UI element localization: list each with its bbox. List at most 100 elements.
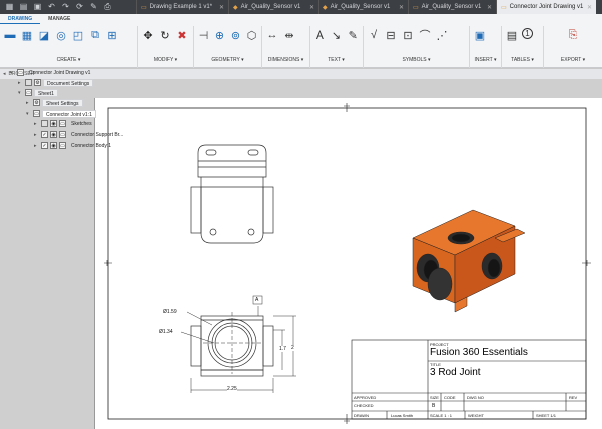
datum-icon[interactable]: ⊡ [401, 28, 415, 42]
doc-tab[interactable]: ▭ Drawing Example 1 v1* ✕ [136, 0, 228, 14]
size-value[interactable]: B [432, 403, 435, 409]
close-icon[interactable]: ✕ [399, 4, 404, 11]
detail-view-icon[interactable]: ◎ [54, 28, 68, 42]
section-view-icon[interactable]: ◪ [37, 28, 51, 42]
create-menu[interactable]: CREATE ▾ [0, 57, 137, 63]
project-name[interactable]: Fusion 360 Essentials [430, 347, 528, 358]
tree-item-sheet[interactable]: ▾ ▭ Sheet1 [18, 88, 58, 97]
expand-arrow-icon[interactable]: ▸ [34, 143, 41, 149]
file-icon[interactable]: ▤ [18, 0, 29, 14]
drawing-canvas[interactable]: Ø1.59 Ø1.34 2.25 1.7 2 A PROJECT Fusion … [0, 69, 602, 429]
eye-icon[interactable]: ◉ [50, 142, 57, 149]
checkbox-icon[interactable]: ✓ [41, 131, 48, 138]
ordinate-icon[interactable]: ⇹ [282, 28, 296, 42]
expand-arrow-icon[interactable]: ▸ [34, 121, 41, 127]
text-menu[interactable]: TEXT ▾ [310, 57, 363, 63]
crop-view-icon[interactable]: ⧉ [88, 28, 102, 42]
print-icon[interactable]: ⎙ [102, 0, 113, 14]
move-icon[interactable]: ✥ [141, 28, 155, 42]
delete-icon[interactable]: ✖ [175, 28, 189, 42]
leader-icon[interactable]: ↘ [330, 28, 344, 42]
expand-arrow-icon[interactable]: ▸ [34, 132, 41, 138]
redo-icon[interactable]: ↷ [60, 0, 71, 14]
pdf-export-icon[interactable]: ⎘ [566, 28, 580, 42]
collapse-arrow-icon[interactable]: ▾ [26, 111, 33, 117]
doc-tab[interactable]: ◆ Air_Quality_Sensor v1 ✕ [228, 0, 318, 14]
doc-tab-active[interactable]: ▭ Connector Joint Drawing v1 ✕ [496, 0, 596, 14]
taper-icon[interactable]: ⋰ [435, 28, 449, 42]
break-view-icon[interactable]: ◰ [71, 28, 85, 42]
eye-icon[interactable]: ◉ [50, 131, 57, 138]
dimensions-menu[interactable]: DIMENSIONS ▾ [262, 57, 309, 63]
center-pattern-icon[interactable]: ⊚ [229, 28, 242, 42]
checkbox-icon[interactable]: ✓ [41, 142, 48, 149]
scale-value[interactable]: SCALE 1 : 1 [430, 413, 452, 418]
sheet-icon: ▭ [25, 89, 32, 96]
drawn-by-value[interactable]: Lucas Smith [391, 413, 413, 418]
doc-tab[interactable]: ◆ Air_Quality_Sensor v1 ✕ [318, 0, 408, 14]
tree-item-label: Document Settings [43, 78, 94, 87]
projected-view-icon[interactable]: ▦ [20, 28, 34, 42]
grid-menu-icon[interactable]: ▦ [4, 0, 15, 14]
table-icon[interactable]: ▤ [505, 28, 519, 42]
note-icon[interactable]: ✎ [346, 28, 360, 42]
refresh-icon[interactable]: ⟳ [74, 0, 85, 14]
insert-menu[interactable]: INSERT ▾ [470, 57, 501, 63]
tree-item-body[interactable]: ▸ ✓ ◉ ▭ Connector Body:1 [34, 141, 114, 150]
collapse-icon[interactable]: ◂ [3, 71, 6, 77]
visibility-icon[interactable] [25, 79, 32, 86]
close-icon[interactable]: ✕ [219, 4, 224, 11]
dimension-icon[interactable]: ↔ [265, 28, 279, 42]
tab-drawing[interactable]: DRAWING [0, 14, 41, 24]
insert-image-icon[interactable]: ▣ [473, 28, 487, 42]
tree-item-component[interactable]: ▾ ▭ Connector Joint v1:1 [26, 109, 96, 118]
tree-item-sheet-settings[interactable]: ▸ ⚙ Sheet Settings [26, 98, 83, 107]
drawing-title[interactable]: 3 Rod Joint [430, 367, 481, 378]
tab-manage[interactable]: MANAGE [40, 14, 78, 24]
close-icon[interactable]: ✕ [309, 4, 314, 11]
diameter-outer-label[interactable]: Ø1.59 [163, 309, 177, 315]
balloon-icon[interactable]: 1 [522, 28, 533, 39]
base-view-icon[interactable]: ▬ [3, 28, 17, 42]
text-icon[interactable]: A [313, 28, 327, 42]
undo-icon[interactable]: ↶ [46, 0, 57, 14]
center-mark-icon[interactable]: ⊕ [213, 28, 226, 42]
new-sheet-icon[interactable]: ⊞ [105, 28, 119, 42]
body-icon: ▭ [59, 131, 66, 138]
tree-item-sketches[interactable]: ▸ ◉ ▭ Sketches [34, 119, 95, 128]
drawing-sheet[interactable]: Ø1.59 Ø1.34 2.25 1.7 2 A PROJECT Fusion … [94, 98, 602, 429]
tree-item-support[interactable]: ▸ ✓ ◉ ▭ Connector Support Br... [34, 130, 126, 139]
diameter-inner-label[interactable]: Ø1.34 [159, 329, 173, 335]
edge-extension-icon[interactable]: ⬡ [245, 28, 258, 42]
tree-item-label: Sheet Settings [42, 98, 83, 107]
expand-arrow-icon[interactable]: ▸ [18, 80, 25, 86]
collapse-arrow-icon[interactable]: ▾ [18, 90, 25, 96]
close-icon[interactable]: ✕ [487, 4, 492, 11]
pencil-icon[interactable]: ✎ [88, 0, 99, 14]
quick-access-toolbar: ▦ ▤ ▣ ↶ ↷ ⟳ ✎ ⎙ [0, 0, 136, 14]
eye-icon[interactable]: ◉ [50, 120, 57, 127]
rotate-icon[interactable]: ↻ [158, 28, 172, 42]
symbols-menu[interactable]: SYMBOLS ▾ [364, 57, 469, 63]
visibility-icon[interactable] [41, 120, 48, 127]
centerline-icon[interactable]: ⊣ [197, 28, 210, 42]
weld-icon[interactable]: ⌒ [418, 28, 432, 42]
tree-item-document-settings[interactable]: ▸ ⚙ Document Settings [18, 78, 94, 87]
geometry-menu[interactable]: GEOMETRY ▾ [194, 57, 261, 63]
close-icon[interactable]: ✕ [587, 4, 592, 11]
top-view [190, 144, 274, 244]
tree-item-root[interactable]: ▾ ▭ Connector Joint Drawing v1 [10, 68, 93, 77]
height-dimension-label[interactable]: 1.7 [279, 346, 286, 352]
save-icon[interactable]: ▣ [32, 0, 43, 14]
expand-arrow-icon[interactable]: ▸ [26, 100, 33, 106]
datum-label[interactable]: A [255, 297, 258, 303]
total-height-label[interactable]: 2 [291, 345, 294, 351]
tables-menu[interactable]: TABLES ▾ [502, 57, 543, 63]
modify-menu[interactable]: MODIFY ▾ [138, 57, 193, 63]
feature-control-icon[interactable]: ⊟ [384, 28, 398, 42]
export-menu[interactable]: EXPORT ▾ [544, 57, 602, 63]
width-dimension-label[interactable]: 2.25 [227, 386, 237, 392]
doc-tab[interactable]: ▭ Air_Quality_Sensor v1 ✕ [408, 0, 496, 14]
surface-texture-icon[interactable]: √ [367, 28, 381, 42]
collapse-arrow-icon[interactable]: ▾ [10, 70, 17, 76]
